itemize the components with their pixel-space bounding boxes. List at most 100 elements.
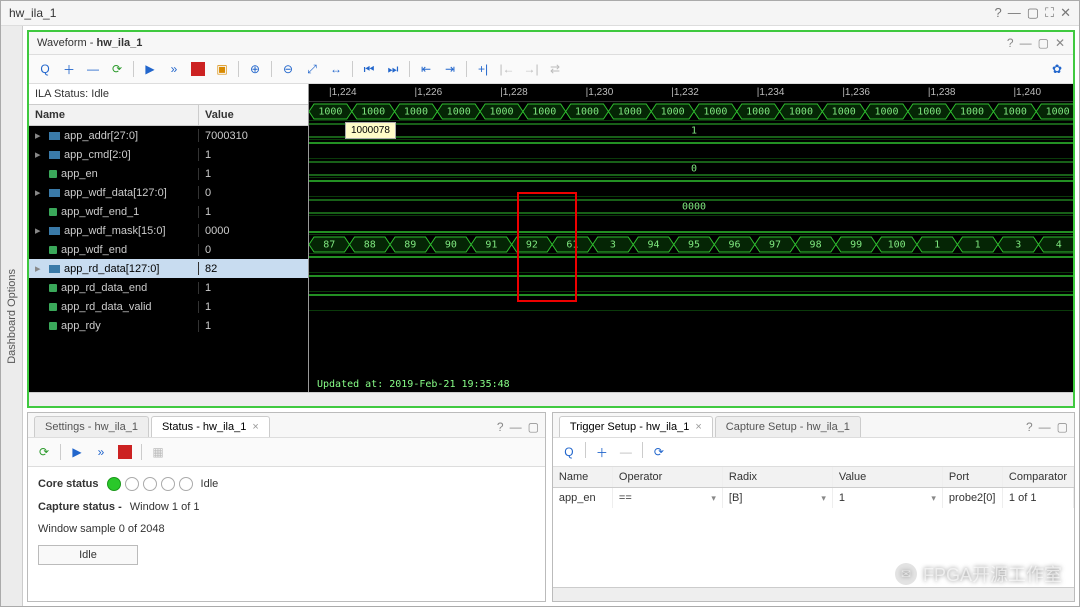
- run-all-icon[interactable]: »: [164, 59, 184, 79]
- last-icon[interactable]: ⏭: [383, 59, 403, 79]
- signal-row[interactable]: ▸app_wdf_mask[15:0]0000: [29, 221, 308, 240]
- help-icon[interactable]: ?: [994, 5, 1001, 21]
- go-to-cursor-icon[interactable]: ↔: [326, 59, 346, 79]
- zoom-out-icon[interactable]: ⊖: [278, 59, 298, 79]
- signal-name: app_wdf_mask[15:0]: [64, 225, 166, 237]
- signal-row[interactable]: app_rdy1: [29, 316, 308, 335]
- svg-text:1000: 1000: [532, 107, 556, 118]
- help-icon[interactable]: ?: [497, 420, 504, 434]
- settings-icon[interactable]: ✿: [1047, 59, 1067, 79]
- prev-marker-icon[interactable]: |←: [497, 59, 517, 79]
- maximize-icon[interactable]: ▢: [1038, 36, 1049, 50]
- minimize-icon[interactable]: —: [1039, 420, 1051, 434]
- col-name[interactable]: Name: [553, 467, 613, 487]
- run-all-icon[interactable]: »: [91, 442, 111, 462]
- tab-capture[interactable]: Capture Setup - hw_ila_1: [715, 416, 861, 437]
- signal-value: 1: [199, 282, 308, 294]
- signal-value: 1: [199, 320, 308, 332]
- svg-text:1000: 1000: [1046, 107, 1070, 118]
- cell-radix[interactable]: [B]▾: [723, 488, 833, 508]
- tab-trigger[interactable]: Trigger Setup - hw_ila_1×: [559, 416, 713, 437]
- remove-icon[interactable]: —: [83, 59, 103, 79]
- dashboard-options-tab[interactable]: Dashboard Options: [1, 26, 23, 606]
- signal-name: app_cmd[2:0]: [64, 149, 131, 161]
- run-icon[interactable]: ▶: [67, 442, 87, 462]
- signal-row[interactable]: app_wdf_end_11: [29, 202, 308, 221]
- export-icon[interactable]: ▣: [212, 59, 232, 79]
- next-marker-icon[interactable]: →|: [521, 59, 541, 79]
- svg-text:1000: 1000: [404, 107, 428, 118]
- tab-status[interactable]: Status - hw_ila_1×: [151, 416, 270, 437]
- col-port[interactable]: Port: [943, 467, 1003, 487]
- cell-operator[interactable]: ==▾: [613, 488, 723, 508]
- col-radix[interactable]: Radix: [723, 467, 833, 487]
- search-icon[interactable]: Q: [559, 442, 579, 462]
- signal-row[interactable]: ▸app_wdf_data[127:0]0: [29, 183, 308, 202]
- minimize-icon[interactable]: —: [510, 420, 522, 434]
- updated-timestamp: Updated at: 2019-Feb-21 19:35:48: [317, 379, 510, 390]
- add-marker-icon[interactable]: +|: [473, 59, 493, 79]
- next-edge-icon[interactable]: ⇥: [440, 59, 460, 79]
- idle-button[interactable]: Idle: [38, 545, 138, 565]
- col-name[interactable]: Name: [29, 105, 199, 125]
- svg-text:94: 94: [647, 240, 659, 251]
- maximize-icon[interactable]: ▢: [528, 420, 539, 434]
- refresh-icon[interactable]: ⟳: [649, 442, 669, 462]
- bus-icon: [49, 151, 60, 159]
- close-icon[interactable]: ✕: [1055, 36, 1065, 50]
- add-icon[interactable]: ＋: [592, 442, 612, 462]
- svg-text:1000: 1000: [960, 107, 984, 118]
- col-operator[interactable]: Operator: [613, 467, 723, 487]
- hscrollbar[interactable]: [553, 587, 1074, 601]
- col-value[interactable]: Value: [199, 105, 308, 125]
- help-icon[interactable]: ?: [1026, 420, 1033, 434]
- col-comparator[interactable]: Comparator: [1003, 467, 1074, 487]
- help-icon[interactable]: ?: [1007, 36, 1014, 50]
- first-icon[interactable]: ⏮: [359, 59, 379, 79]
- signal-row[interactable]: app_en1: [29, 164, 308, 183]
- maximize-icon[interactable]: ⛶: [1045, 5, 1054, 21]
- waveform-view[interactable]: |1,224|1,226|1,228|1,230|1,232|1,234|1,2…: [309, 84, 1073, 392]
- stop-icon[interactable]: [188, 59, 208, 79]
- zoom-in-icon[interactable]: ⊕: [245, 59, 265, 79]
- chevron-down-icon: ▾: [821, 493, 826, 504]
- swap-marker-icon[interactable]: ⇄: [545, 59, 565, 79]
- prev-edge-icon[interactable]: ⇤: [416, 59, 436, 79]
- signal-list[interactable]: ▸app_addr[27:0]7000310▸app_cmd[2:0]1app_…: [29, 126, 308, 392]
- remove-icon[interactable]: —: [616, 442, 636, 462]
- refresh-icon[interactable]: ⟳: [107, 59, 127, 79]
- close-icon[interactable]: ✕: [1060, 5, 1071, 21]
- maximize-icon[interactable]: ▢: [1057, 420, 1068, 434]
- layout-icon[interactable]: ▦: [148, 442, 168, 462]
- run-icon[interactable]: ▶: [140, 59, 160, 79]
- waveform-row: [309, 273, 1073, 292]
- restore-icon[interactable]: ▢: [1027, 5, 1039, 21]
- signal-row[interactable]: ▸app_rd_data[127:0]82: [29, 259, 308, 278]
- search-icon[interactable]: Q: [35, 59, 55, 79]
- signal-row[interactable]: ▸app_addr[27:0]7000310: [29, 126, 308, 145]
- bus-icon: [49, 132, 60, 140]
- signal-row[interactable]: app_rd_data_valid1: [29, 297, 308, 316]
- stop-icon[interactable]: [115, 442, 135, 462]
- core-status-label: Core status: [38, 478, 99, 490]
- svg-text:1000: 1000: [874, 107, 898, 118]
- refresh-icon[interactable]: ⟳: [34, 442, 54, 462]
- signal-row[interactable]: app_wdf_end0: [29, 240, 308, 259]
- add-icon[interactable]: ＋: [59, 59, 79, 79]
- minimize-icon[interactable]: —: [1008, 5, 1021, 21]
- signal-row[interactable]: ▸app_cmd[2:0]1: [29, 145, 308, 164]
- close-tab-icon[interactable]: ×: [695, 421, 701, 433]
- bit-icon: [49, 170, 57, 178]
- waveform-row: 8788899091926139495969798991001134: [309, 235, 1073, 254]
- cell-value[interactable]: 1▾: [833, 488, 943, 508]
- hscrollbar[interactable]: [29, 392, 1073, 406]
- tab-settings[interactable]: Settings - hw_ila_1: [34, 416, 149, 437]
- minimize-icon[interactable]: —: [1020, 36, 1032, 50]
- col-value[interactable]: Value: [833, 467, 943, 487]
- zoom-fit-icon[interactable]: ⤢: [302, 59, 322, 79]
- trigger-row[interactable]: app_en ==▾ [B]▾ 1▾ probe2[0] 1 of 1: [553, 488, 1074, 508]
- signal-row[interactable]: app_rd_data_end1: [29, 278, 308, 297]
- signal-value: 1: [199, 149, 308, 161]
- close-tab-icon[interactable]: ×: [252, 421, 258, 433]
- svg-text:1: 1: [934, 240, 940, 251]
